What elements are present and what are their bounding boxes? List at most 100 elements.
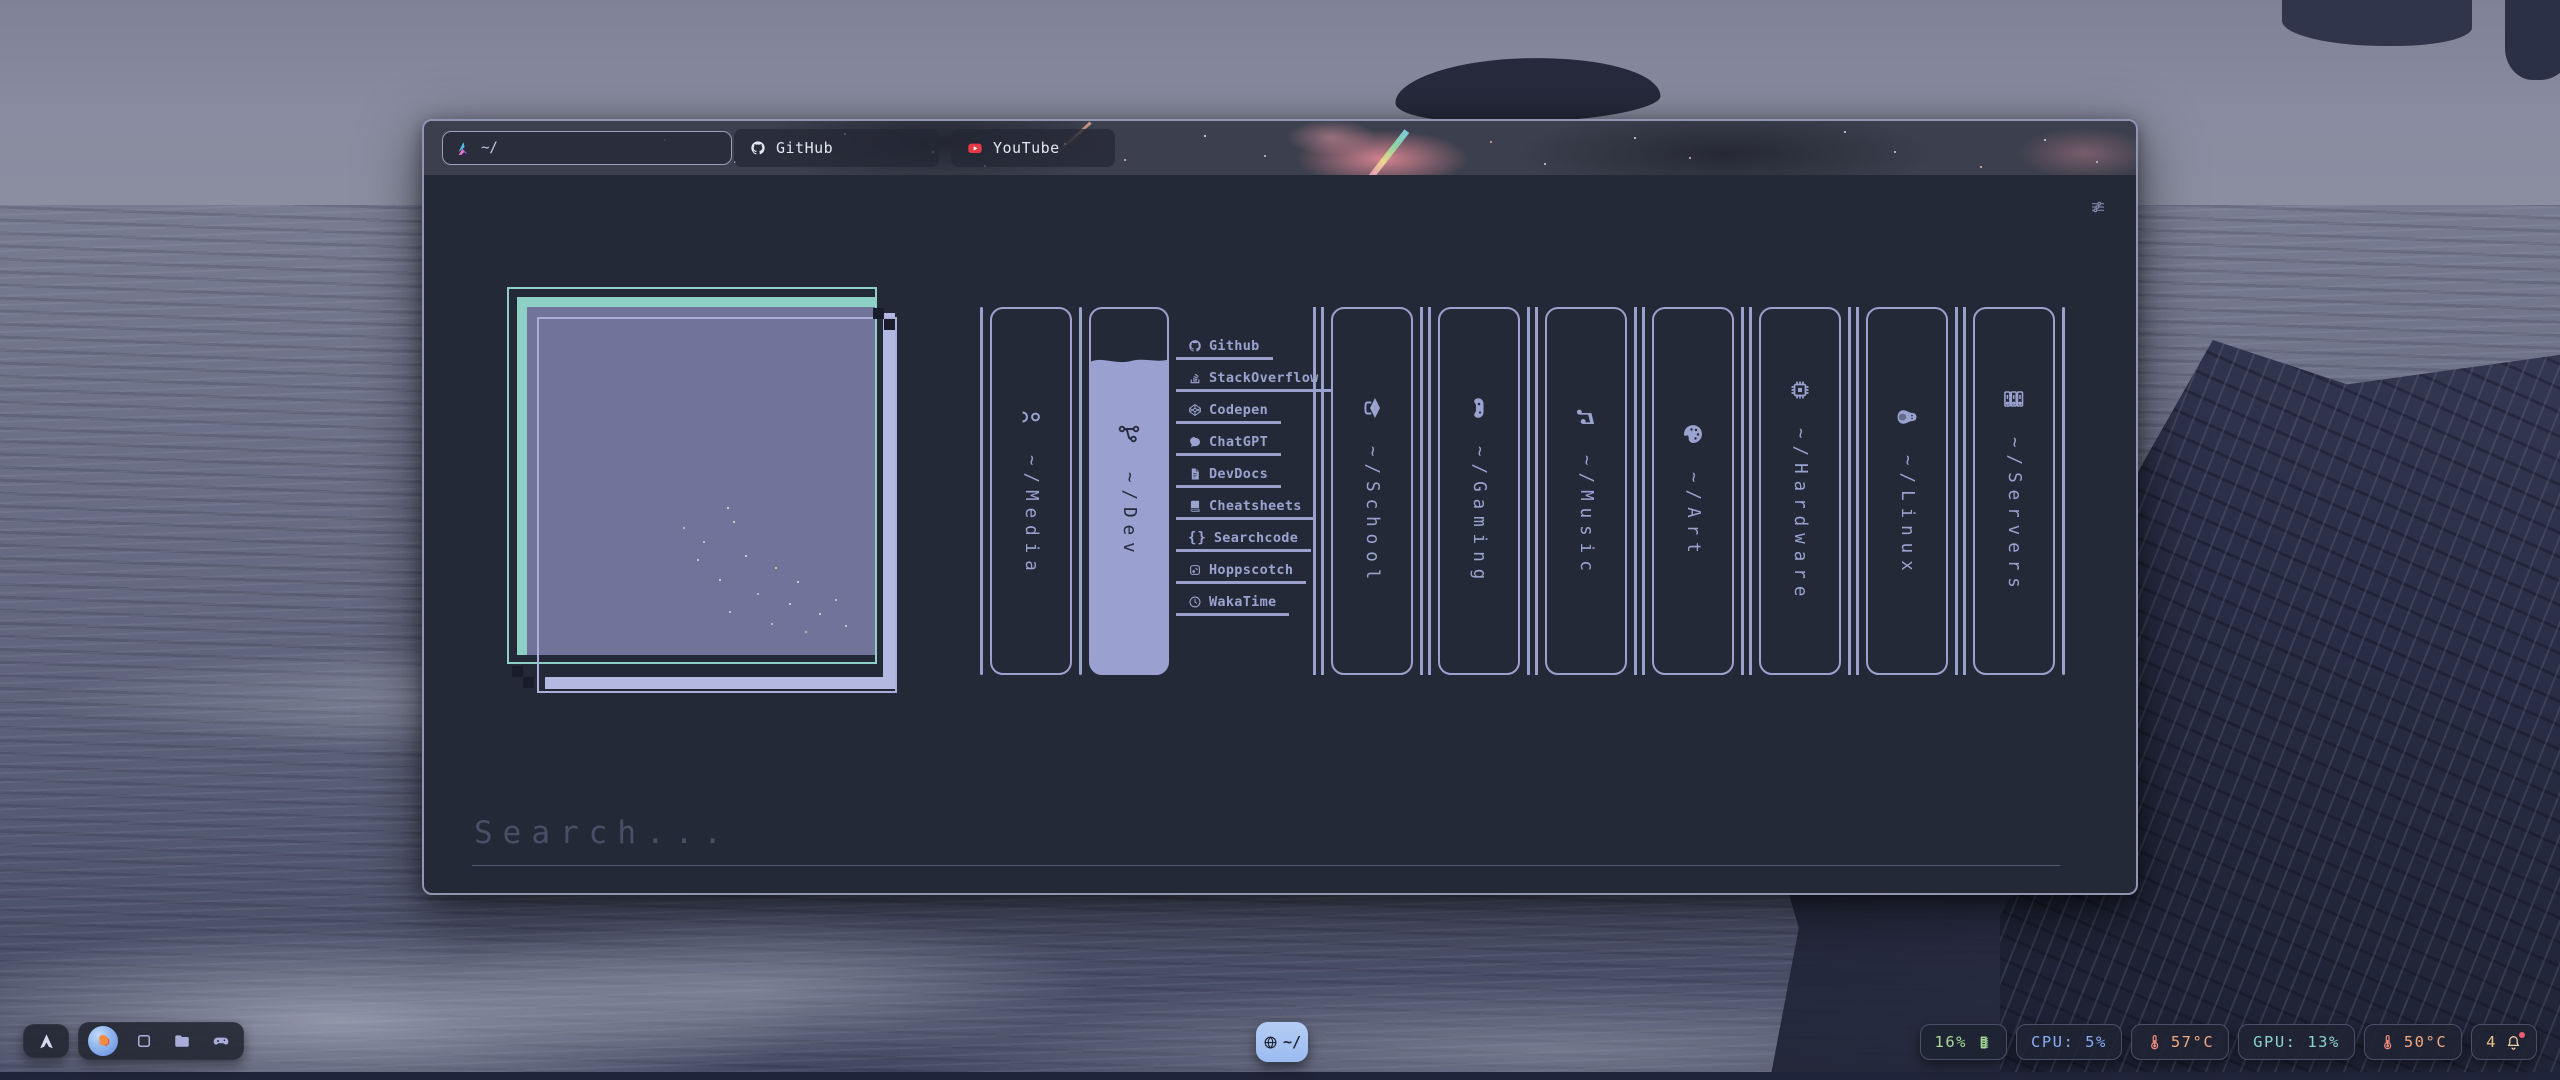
book-hardware[interactable]: ~/Hardware — [1759, 307, 1841, 675]
tab-bar: ~/ GitHub YouTube — [424, 121, 2136, 175]
book-media[interactable]: ~/Media — [990, 307, 1072, 675]
book-label: ~/Hardware — [1790, 428, 1810, 603]
clock-icon — [1188, 595, 1202, 609]
search-input[interactable] — [472, 809, 2060, 866]
search-bar — [472, 809, 2060, 866]
sliders-icon[interactable] — [2090, 199, 2120, 225]
shelf-divider — [1634, 307, 1645, 675]
tab-youtube[interactable]: YouTube — [951, 129, 1115, 167]
address-bar[interactable]: ~/ — [442, 131, 732, 165]
youtube-icon — [967, 140, 983, 156]
firefox-icon[interactable] — [88, 1026, 118, 1056]
stat-value: 57°C — [2171, 1033, 2214, 1051]
notification-badge-dot — [2519, 1032, 2525, 1038]
github-icon — [1188, 339, 1202, 353]
link-codepen[interactable]: Codepen — [1176, 398, 1281, 424]
link-chatgpt[interactable]: ChatGPT — [1176, 430, 1281, 456]
app-launcher-button[interactable] — [23, 1024, 69, 1058]
panel-edge-strip — [0, 1072, 2560, 1080]
media-person-icon — [1019, 405, 1043, 429]
book-label: ~/Music — [1576, 455, 1596, 578]
cpu-stat-pill: CPU: 5% — [2016, 1024, 2122, 1060]
book-music[interactable]: ~/Music — [1545, 307, 1627, 675]
book-art[interactable]: ~/Art — [1652, 307, 1734, 675]
stat-value: GPU: 13% — [2253, 1033, 2340, 1051]
stat-value: 50°C — [2404, 1033, 2447, 1051]
shelf-divider — [1741, 307, 1752, 675]
notifications-pill[interactable]: 4 — [2471, 1024, 2537, 1060]
book-icon — [1188, 499, 1202, 513]
book-gaming[interactable]: ~/Gaming — [1438, 307, 1520, 675]
link-cheatsheets[interactable]: Cheatsheets — [1176, 494, 1315, 520]
link-devdocs[interactable]: DevDocs — [1176, 462, 1281, 488]
shelf-divider — [1955, 307, 1966, 675]
gpu-stat-pill: GPU: 13% — [2238, 1024, 2355, 1060]
server-rack-icon — [2002, 387, 2026, 411]
braces-icon: {} — [1188, 530, 1207, 546]
bell-icon — [2505, 1034, 2522, 1051]
school-icon — [1360, 396, 1384, 420]
stat-value: CPU: 5% — [2031, 1033, 2107, 1051]
book-label: ~/Gaming — [1469, 446, 1489, 586]
music-note-icon — [1574, 405, 1598, 429]
frame-corner-handle — [873, 308, 884, 319]
book-label: ~/Servers — [2004, 437, 2024, 595]
frame-corner-handle — [523, 677, 534, 688]
link-hoppscotch[interactable]: Hoppscotch — [1176, 558, 1306, 584]
shelf-divider — [980, 307, 983, 675]
bookshelf: ~/Media ~/Dev Github StackOverflow Codep… — [980, 307, 2065, 675]
book-label: ~/School — [1362, 446, 1382, 586]
book-label: ~/Linux — [1897, 455, 1917, 578]
thermometer-icon — [2379, 1034, 2396, 1051]
git-branch-icon — [1117, 422, 1141, 446]
tab-github[interactable]: GitHub — [734, 129, 939, 167]
ram-icon — [1975, 1034, 1992, 1051]
cpu-temp-pill: 57°C — [2131, 1024, 2229, 1060]
codepen-icon — [1188, 403, 1202, 417]
banner-stars — [424, 121, 426, 123]
dock — [78, 1022, 244, 1060]
thermometer-icon — [2146, 1034, 2163, 1051]
active-window-button[interactable]: ~/ — [1256, 1022, 1308, 1062]
chat-bubble-icon — [1188, 435, 1202, 449]
shelf-divider — [1848, 307, 1859, 675]
banner-rainbow-streak — [1369, 129, 1409, 175]
shelf-divider — [1313, 307, 1324, 675]
stackoverflow-icon — [1188, 371, 1202, 385]
shelf-divider — [2062, 307, 2065, 675]
active-window-label: ~/ — [1283, 1033, 1301, 1051]
book-label: ~/Media — [1021, 455, 1041, 578]
address-bar-value: ~/ — [481, 140, 498, 156]
tab-label: YouTube — [993, 139, 1060, 157]
frame-corner-handle — [884, 319, 895, 330]
system-stats: 16% CPU: 5% 57°C GPU: 13% 50°C 4 — [1920, 1024, 2537, 1060]
desktop: ~/ GitHub YouTube — [0, 0, 2560, 1080]
shelf-divider — [1079, 307, 1082, 675]
dev-links-panel: Github StackOverflow Codepen ChatGPT Dev… — [1176, 307, 1306, 675]
artwork-frame — [507, 287, 911, 697]
palette-icon — [1681, 422, 1705, 446]
tab-label: GitHub — [776, 139, 833, 157]
frame-outline-lavender — [537, 317, 897, 693]
github-icon — [750, 140, 766, 156]
link-searchcode[interactable]: {}Searchcode — [1176, 526, 1311, 552]
book-school[interactable]: ~/School — [1331, 307, 1413, 675]
link-wakatime[interactable]: WakaTime — [1176, 590, 1289, 616]
book-servers[interactable]: ~/Servers — [1973, 307, 2055, 675]
shelf-divider — [1527, 307, 1538, 675]
book-dev-open[interactable]: ~/Dev — [1089, 307, 1169, 675]
frame-corner-handle — [512, 666, 523, 677]
globe-icon — [1263, 1035, 1278, 1050]
rock-silhouette — [2505, 0, 2560, 80]
chip-icon — [1788, 378, 1812, 402]
book-label: ~/Dev — [1119, 472, 1139, 560]
link-stackoverflow[interactable]: StackOverflow — [1176, 366, 1332, 392]
hoppscotch-icon — [1188, 563, 1202, 577]
window-icon[interactable] — [131, 1028, 157, 1054]
book-linux[interactable]: ~/Linux — [1866, 307, 1948, 675]
gamepad-icon[interactable] — [208, 1028, 234, 1054]
notification-count: 4 — [2486, 1033, 2497, 1051]
gamepad-icon — [1467, 396, 1491, 420]
folder-icon[interactable] — [169, 1028, 195, 1054]
link-github[interactable]: Github — [1176, 334, 1273, 360]
